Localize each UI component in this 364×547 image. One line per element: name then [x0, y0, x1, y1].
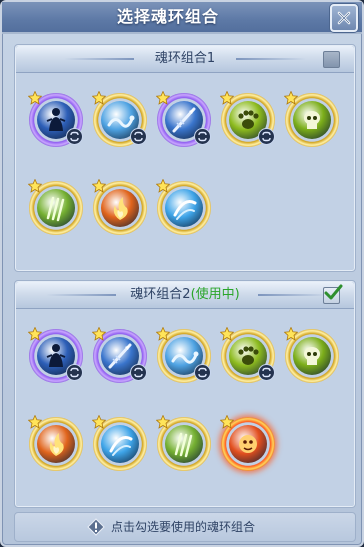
star-icon: [156, 327, 170, 341]
soul-ring-slot[interactable]: [28, 91, 83, 147]
soul-ring-slot[interactable]: [156, 179, 211, 235]
combo-checkbox-2[interactable]: [323, 284, 343, 304]
combo-panel-1: 魂环组合1: [14, 44, 356, 272]
star-icon: [92, 327, 106, 341]
combo-title-2: 魂环组合2(使用中): [130, 287, 240, 302]
combo-title-1: 魂环组合1: [154, 51, 216, 66]
claws-icon: [37, 189, 75, 227]
flames-icon: [101, 189, 139, 227]
link-icon: [66, 364, 83, 381]
combo-header-1[interactable]: 魂环组合1: [16, 46, 354, 73]
checkmark-icon: [324, 284, 343, 300]
soul-ring-slot[interactable]: [284, 91, 339, 147]
soul-ring-slot[interactable]: [156, 415, 211, 471]
star-icon: [220, 91, 234, 105]
soul-ring-slot[interactable]: [284, 327, 339, 383]
star-icon: [156, 91, 170, 105]
link-icon: [66, 128, 83, 145]
soul-ring-slot[interactable]: [92, 327, 147, 383]
link-icon: [194, 128, 211, 145]
close-button[interactable]: [330, 4, 358, 32]
dialog-title: 选择魂环组合: [116, 7, 219, 26]
link-icon: [130, 364, 147, 381]
star-icon: [92, 91, 106, 105]
footer-hint: 点击勾选要使用的魂环组合: [14, 512, 356, 542]
link-icon: [130, 128, 147, 145]
link-icon: [194, 364, 211, 381]
link-icon: [258, 128, 275, 145]
soul-ring-slot[interactable]: [28, 327, 83, 383]
soul-ring-slot[interactable]: [220, 91, 275, 147]
flames-icon: [37, 425, 75, 463]
whirlwind-icon: [165, 189, 203, 227]
star-icon: [92, 179, 106, 193]
soul-ring-combo-dialog: 选择魂环组合 魂环组合1 魂环组合2(使用中) 点击勾选要使用的魂环组合: [0, 0, 364, 547]
combo-header-2[interactable]: 魂环组合2(使用中): [16, 282, 354, 309]
star-icon: [220, 415, 234, 429]
star-icon: [28, 179, 42, 193]
combo-panel-2: 魂环组合2(使用中): [14, 280, 356, 508]
star-icon: [28, 415, 42, 429]
soul-ring-slot[interactable]: [156, 327, 211, 383]
star-icon: [220, 327, 234, 341]
star-icon: [284, 91, 298, 105]
fire-demon-icon: [229, 425, 267, 463]
soul-ring-slot[interactable]: [156, 91, 211, 147]
soul-ring-slot[interactable]: [92, 91, 147, 147]
footer-hint-text: 点击勾选要使用的魂环组合: [111, 520, 256, 534]
star-icon: [28, 327, 42, 341]
soul-ring-slot[interactable]: [92, 415, 147, 471]
soul-ring-slot[interactable]: [220, 327, 275, 383]
soul-ring-slot[interactable]: [28, 179, 83, 235]
whirlwind-icon: [101, 425, 139, 463]
claws-icon: [165, 425, 203, 463]
star-icon: [92, 415, 106, 429]
warning-icon: [87, 518, 105, 536]
soul-ring-slot[interactable]: [92, 179, 147, 235]
skull-icon: [293, 101, 331, 139]
soul-ring-slot[interactable]: [220, 415, 275, 471]
star-icon: [156, 179, 170, 193]
combo-checkbox-1[interactable]: [323, 51, 340, 68]
close-icon: [337, 11, 351, 25]
star-icon: [28, 91, 42, 105]
star-icon: [284, 327, 298, 341]
star-icon: [156, 415, 170, 429]
title-bar: 选择魂环组合: [2, 2, 362, 34]
soul-ring-slot[interactable]: [28, 415, 83, 471]
skull-icon: [293, 337, 331, 375]
link-icon: [258, 364, 275, 381]
